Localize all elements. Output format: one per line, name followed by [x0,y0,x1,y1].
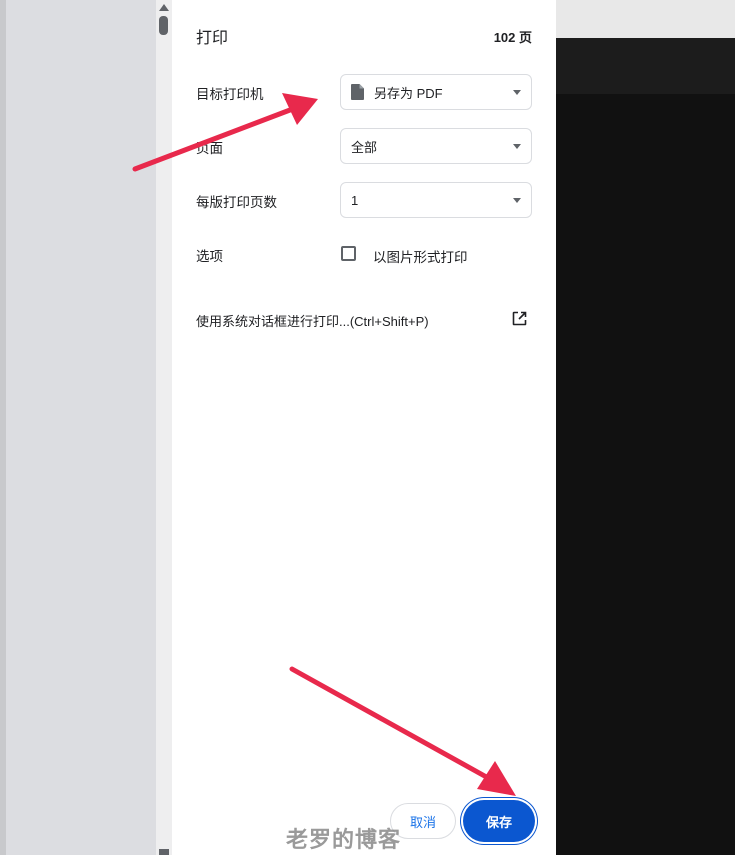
document-icon [351,84,364,100]
scrollbar-thumb[interactable] [159,16,168,35]
scroll-down-arrow-icon[interactable] [159,849,169,855]
print-as-image-label[interactable]: 以图片形式打印 [373,246,468,266]
save-button[interactable]: 保存 [463,800,535,842]
print-title: 打印 [196,30,229,47]
preview-background [0,0,156,855]
options-label: 选项 [196,249,223,264]
watermark-text: 老罗的博客 [286,827,402,853]
background-window-content [556,94,735,855]
print-as-image-checkbox[interactable] [341,246,356,261]
background-window-top [556,0,735,38]
pages-per-sheet-label: 每版打印页数 [196,195,277,210]
pages-per-sheet-select[interactable]: 1 [340,182,532,218]
destination-value: 另存为 PDF [374,85,443,101]
pages-select[interactable]: 全部 [340,128,532,164]
chevron-down-icon [513,144,521,149]
page-count: 102 页 [493,30,532,45]
background-window-bar [556,38,735,94]
scroll-up-arrow-icon[interactable] [159,4,169,11]
destination-select[interactable]: 另存为 PDF [340,74,532,110]
chevron-down-icon [513,90,521,95]
system-dialog-link[interactable]: 使用系统对话框进行打印...(Ctrl+Shift+P) [196,311,429,330]
pages-value: 全部 [351,139,378,155]
pages-label: 页面 [196,141,223,156]
pages-per-sheet-value: 1 [351,192,359,208]
destination-label: 目标打印机 [196,87,264,102]
chevron-down-icon [513,198,521,203]
open-external-icon[interactable] [512,311,527,326]
scrollbar[interactable] [156,0,172,855]
